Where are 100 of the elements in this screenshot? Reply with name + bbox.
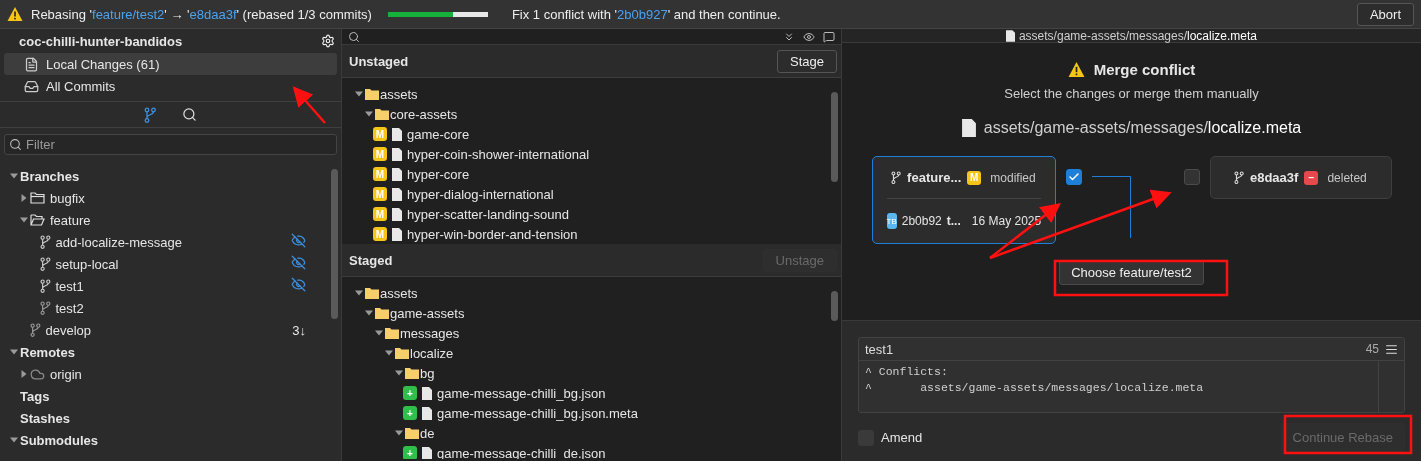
search-icon bbox=[182, 107, 197, 122]
change-card[interactable]: e8daa3f − deleted bbox=[1209, 156, 1392, 199]
collapse-arrow-icon[interactable] bbox=[355, 90, 363, 98]
document-icon bbox=[1005, 29, 1015, 42]
eye-off-icon[interactable] bbox=[291, 255, 306, 270]
tree-item[interactable]: origin bbox=[50, 366, 82, 382]
eye-icon[interactable] bbox=[803, 30, 815, 43]
abort-button[interactable]: Abort bbox=[1356, 2, 1414, 26]
collapse-arrow-icon[interactable] bbox=[365, 110, 373, 118]
character-count: 45 bbox=[1365, 342, 1379, 356]
collapse-arrow-icon[interactable] bbox=[395, 429, 403, 437]
folder-name[interactable]: de bbox=[420, 425, 435, 441]
folder-name[interactable]: bg bbox=[420, 365, 435, 381]
tree-item[interactable]: test2 bbox=[55, 300, 84, 316]
tree-item[interactable]: develop bbox=[45, 322, 92, 338]
document-icon bbox=[392, 167, 402, 181]
stage-button[interactable]: Stage bbox=[777, 49, 837, 73]
folder-icon bbox=[365, 287, 379, 299]
checkmark-icon bbox=[1067, 171, 1080, 183]
behind-count: 3↓ bbox=[292, 322, 306, 338]
search-icon[interactable] bbox=[348, 30, 360, 43]
tree-item[interactable]: setup-local bbox=[55, 256, 119, 272]
branch-name: e8daa3f bbox=[1249, 170, 1299, 185]
file-name[interactable]: hyper-win-border-and-tension bbox=[407, 226, 578, 242]
collapse-arrow-icon[interactable] bbox=[20, 216, 28, 224]
commit-link[interactable]: e8daa3f bbox=[189, 6, 237, 22]
collapse-arrow-icon[interactable] bbox=[355, 289, 363, 297]
folder-icon bbox=[405, 367, 419, 379]
amend-label: Amend bbox=[881, 430, 923, 445]
view-item[interactable]: All Commits bbox=[4, 75, 337, 97]
view-item[interactable]: Local Changes (61) bbox=[4, 53, 337, 75]
repo-name: coc-chilli-hunter-bandidos bbox=[19, 33, 183, 49]
folder-name[interactable]: core-assets bbox=[390, 106, 458, 122]
file-name[interactable]: game-message-chilli_bg.json bbox=[437, 385, 606, 401]
collapse-arrow-icon[interactable] bbox=[10, 436, 18, 444]
checkbox[interactable] bbox=[1065, 169, 1082, 185]
tree-item[interactable]: test1 bbox=[55, 278, 84, 294]
expand-arrow-icon[interactable] bbox=[20, 194, 28, 202]
tab[interactable] bbox=[182, 107, 197, 122]
file-name[interactable]: game-message-chilli_bg.json.meta bbox=[437, 405, 638, 421]
folder-name[interactable]: localize bbox=[410, 345, 454, 361]
collapse-arrow-icon[interactable] bbox=[10, 172, 18, 180]
warning-icon bbox=[1067, 61, 1085, 78]
file-name[interactable]: hyper-core bbox=[407, 166, 470, 182]
section-heading[interactable]: Submodules bbox=[20, 432, 98, 448]
tree-item[interactable]: feature bbox=[50, 212, 91, 228]
file-name[interactable]: hyper-dialog-international bbox=[407, 186, 554, 202]
commit-body: ^ Conflicts: ^ assets/game-assets/messages/localize.meta bbox=[864, 364, 1205, 396]
section-heading[interactable]: Tags bbox=[20, 388, 50, 404]
folder-icon bbox=[365, 88, 379, 100]
eye-off-icon[interactable] bbox=[291, 233, 306, 248]
checkbox[interactable] bbox=[1183, 169, 1200, 185]
branch-icon bbox=[144, 106, 156, 123]
folder-name[interactable]: messages bbox=[400, 325, 460, 341]
status-badge: M bbox=[967, 170, 982, 185]
branch-icon bbox=[40, 257, 51, 271]
folder-name[interactable]: game-assets bbox=[390, 305, 465, 321]
filter-field[interactable]: Filter bbox=[4, 134, 337, 155]
collapse-all-icon[interactable] bbox=[783, 30, 795, 43]
choose-button[interactable]: Choose feature/test2 bbox=[1059, 260, 1204, 285]
folder-name[interactable]: assets bbox=[380, 86, 418, 102]
cloud-icon bbox=[30, 366, 45, 382]
file-name[interactable]: hyper-coin-shower-international bbox=[407, 146, 590, 162]
folder-icon bbox=[405, 427, 419, 439]
status-badge: + bbox=[403, 406, 417, 420]
connector-line bbox=[1091, 176, 1134, 238]
folder-icon bbox=[375, 108, 389, 120]
tree-item[interactable]: bugfix bbox=[50, 190, 85, 206]
document-icon bbox=[392, 227, 402, 241]
conflict-title: Merge conflict bbox=[1093, 61, 1196, 78]
commit-link[interactable]: 2b0b927 bbox=[617, 6, 668, 22]
branch-name: feature... bbox=[907, 170, 962, 185]
section-heading[interactable]: Stashes bbox=[20, 410, 70, 426]
collapse-arrow-icon[interactable] bbox=[365, 309, 373, 317]
commit-message-field[interactable]: test1 45 ^ Conflicts: ^ assets/game-assets/messages/localize.meta bbox=[858, 337, 1405, 413]
section-heading[interactable]: Branches bbox=[20, 168, 80, 184]
status-label: deleted bbox=[1327, 170, 1367, 185]
collapse-arrow-icon[interactable] bbox=[385, 349, 393, 357]
settings-icon[interactable] bbox=[321, 34, 335, 48]
file-name[interactable]: game-core bbox=[407, 126, 470, 142]
lines-icon[interactable] bbox=[1385, 342, 1398, 356]
expand-arrow-icon[interactable] bbox=[20, 370, 28, 378]
section-heading[interactable]: Remotes bbox=[20, 344, 75, 360]
tree-item[interactable]: add-localize-message bbox=[55, 234, 182, 250]
eye-off-icon[interactable] bbox=[291, 277, 306, 292]
status-badge: + bbox=[403, 446, 417, 459]
author-name: t... bbox=[946, 214, 961, 228]
file-name[interactable]: hyper-scatter-landing-sound bbox=[407, 206, 569, 222]
tab[interactable] bbox=[144, 106, 156, 123]
folder-icon bbox=[385, 327, 399, 339]
collapse-arrow-icon[interactable] bbox=[375, 329, 383, 337]
document-icon bbox=[24, 56, 39, 72]
status-badge: M bbox=[373, 227, 387, 241]
branch-icon bbox=[40, 279, 51, 293]
folder-name[interactable]: assets bbox=[380, 285, 418, 301]
collapse-arrow-icon[interactable] bbox=[10, 348, 18, 356]
comment-icon[interactable] bbox=[823, 30, 835, 43]
section-title: Staged bbox=[349, 252, 393, 268]
folder-icon bbox=[30, 192, 45, 204]
collapse-arrow-icon[interactable] bbox=[395, 369, 403, 377]
